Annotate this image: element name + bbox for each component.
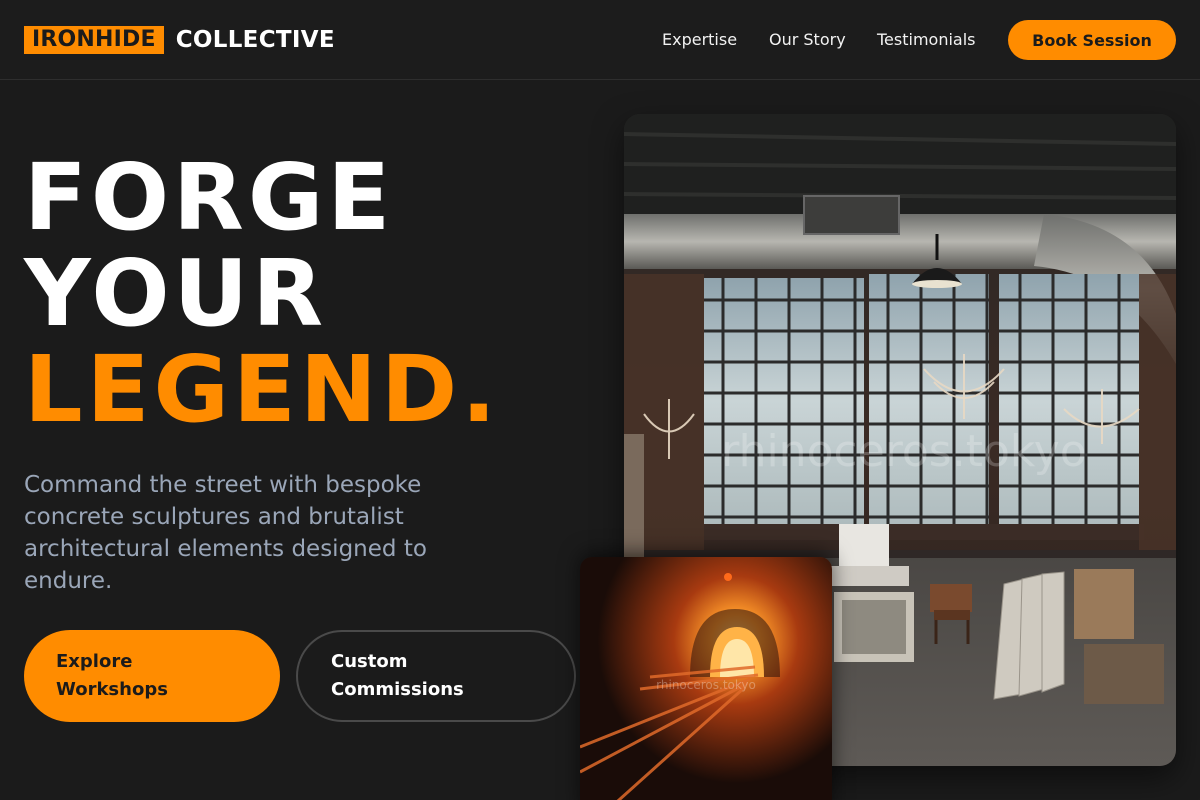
hero-headline-line-2: YOUR: [24, 240, 328, 347]
nav-link-expertise[interactable]: Expertise: [662, 30, 737, 49]
book-session-button[interactable]: Book Session: [1008, 20, 1176, 60]
hero-subtitle: Command the street with bespoke concrete…: [24, 472, 427, 594]
custom-commissions-label: Custom Commissions: [331, 651, 464, 700]
brand-logo-highlight: IRONHIDE: [24, 26, 164, 54]
furnace-photo: rhinoceros.tokyo: [580, 557, 832, 800]
site-header: IRONHIDE COLLECTIVE Expertise Our Story …: [0, 0, 1200, 80]
main-photo-watermark: rhinoceros.tokyo: [721, 426, 1087, 477]
hero-headline-line-3: LEGEND.: [24, 336, 501, 443]
brand-logo[interactable]: IRONHIDE COLLECTIVE: [24, 25, 335, 55]
nav-link-our-story[interactable]: Our Story: [769, 30, 846, 49]
furnace-photo-watermark: rhinoceros.tokyo: [656, 678, 756, 692]
explore-workshops-label: Explore Workshops: [56, 651, 168, 700]
custom-commissions-button[interactable]: Custom Commissions: [296, 630, 576, 722]
nav-link-testimonials[interactable]: Testimonials: [877, 30, 976, 49]
hero-headline: FORGE YOUR LEGEND.: [24, 150, 500, 438]
hero-headline-line-1: FORGE: [24, 144, 395, 251]
explore-workshops-button[interactable]: Explore Workshops: [24, 630, 280, 722]
brand-logo-word: COLLECTIVE: [175, 27, 335, 53]
